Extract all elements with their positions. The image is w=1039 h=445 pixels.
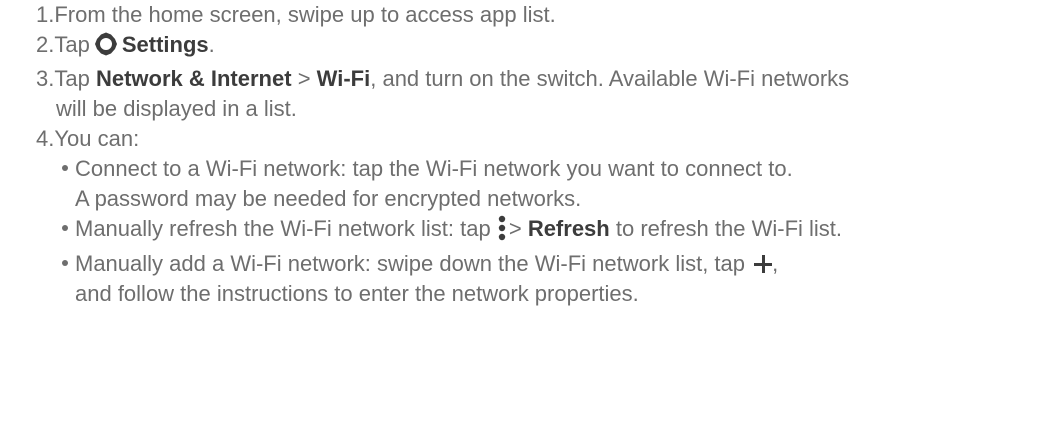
step-number: 2. [36,32,55,57]
bullet-icon [62,225,68,231]
plus-icon [754,255,773,273]
bullet-icon [62,165,68,171]
bullet-text: Manually refresh the Wi-Fi network list:… [75,216,491,241]
options-list: Connect to a Wi-Fi network: tap the Wi-F… [36,154,1036,309]
separator: > [508,216,522,241]
step-text: Tap [54,66,90,91]
bullet-icon [62,260,68,266]
wifi-label: Wi-Fi [316,66,371,91]
step-number: 1. [36,2,55,27]
step-number: 4. [36,126,55,151]
more-vertical-icon [497,215,507,249]
step-2: 2.Tap Settings. [36,30,1036,64]
step-text-post: . [208,32,215,57]
network-internet-label: Network & Internet [95,66,292,91]
instructions-document: 1.From the home screen, swipe up to acce… [36,0,1036,309]
bullet-text-post: , [772,251,779,276]
step-text: From the home screen, swipe up to access… [54,2,556,27]
list-item-connect: Connect to a Wi-Fi network: tap the Wi-F… [62,154,1036,214]
list-item-refresh: Manually refresh the Wi-Fi network list:… [62,214,1036,249]
bullet-text: Manually add a Wi-Fi network: swipe down… [75,251,746,276]
step-number: 3. [36,66,55,91]
step-continuation: will be displayed in a list. [56,96,297,121]
refresh-label: Refresh [527,216,610,241]
step-text-post: , and turn on the switch. Available Wi-F… [370,66,850,91]
step-text: You can: [54,126,140,151]
step-3: 3.Tap Network & Internet > Wi-Fi, and tu… [36,64,1036,124]
step-text: Tap [54,32,90,57]
step-1: 1.From the home screen, swipe up to acce… [36,0,1036,30]
bullet-continuation: A password may be needed for encrypted n… [75,186,582,211]
bullet-continuation: and follow the instructions to enter the… [75,281,639,306]
list-item-add: Manually add a Wi-Fi network: swipe down… [62,249,1036,309]
gear-icon [94,32,118,64]
separator: > [297,66,311,91]
settings-label: Settings [121,32,209,57]
step-4: 4.You can: [36,124,1036,154]
bullet-text: Connect to a Wi-Fi network: tap the Wi-F… [75,156,793,181]
bullet-text-post: to refresh the Wi-Fi list. [615,216,843,241]
